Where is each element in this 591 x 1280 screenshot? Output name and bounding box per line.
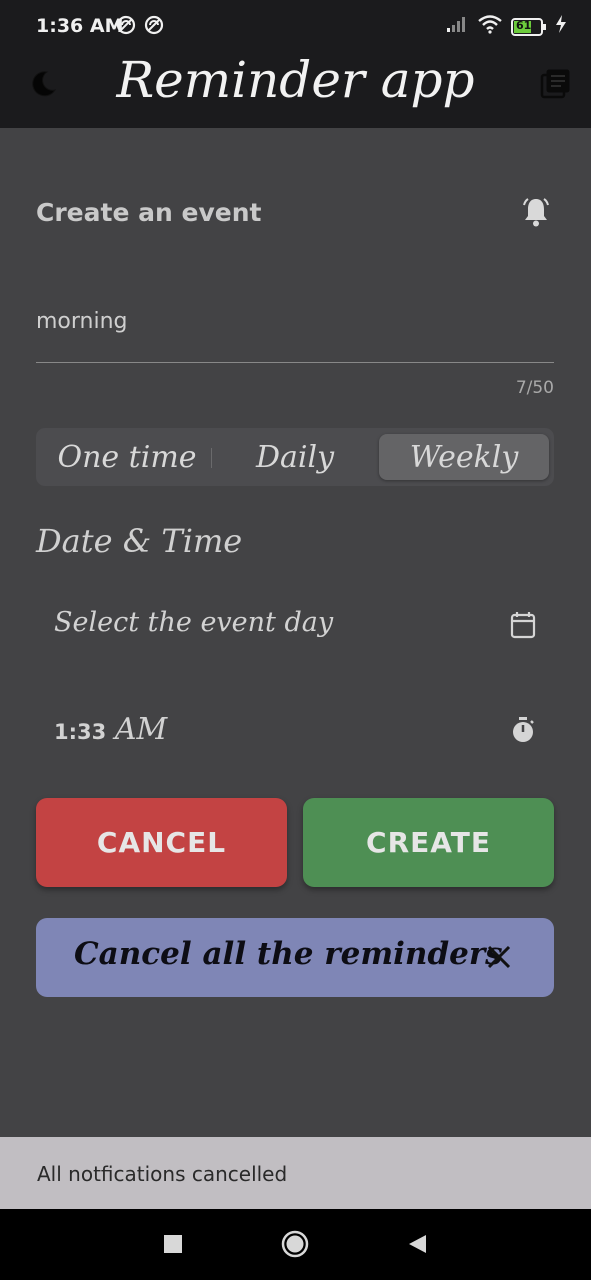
time-meridiem: AM	[114, 712, 168, 747]
library-icon	[539, 68, 571, 105]
wifi-icon	[477, 14, 503, 39]
stopwatch-icon	[510, 716, 536, 749]
date-picker-row[interactable]: Select the event day	[36, 589, 554, 659]
frequency-option-weekly[interactable]: Weekly	[379, 434, 549, 480]
snackbar-message: All notfications cancelled	[37, 1162, 288, 1186]
snackbar: All notfications cancelled	[0, 1137, 591, 1209]
date-picker-label: Select the event day	[54, 607, 334, 638]
form-heading: Create an event	[36, 198, 262, 227]
alert-circle-icon	[144, 15, 164, 40]
cancel-all-reminders-label: Cancel all the reminders	[74, 936, 503, 972]
status-time: 1:36 AM	[36, 15, 124, 37]
app-bar: Reminder app	[0, 52, 591, 128]
frequency-option-one-time[interactable]: One time	[42, 434, 212, 480]
cancel-all-reminders-button[interactable]: Cancel all the reminders	[36, 918, 554, 997]
home-icon[interactable]	[280, 1229, 310, 1259]
date-time-title: Date & Time	[36, 522, 243, 560]
status-notification-icons	[116, 15, 164, 40]
frequency-selector: One time Daily Weekly	[36, 428, 554, 486]
bell-ring-icon	[519, 195, 553, 234]
close-icon[interactable]	[486, 944, 512, 975]
create-button[interactable]: CREATE	[303, 798, 554, 887]
notification-button[interactable]	[516, 194, 556, 234]
library-button[interactable]	[535, 66, 575, 106]
status-system-icons: 61	[445, 14, 567, 39]
battery-level: 61	[516, 18, 532, 32]
event-name-field[interactable]	[36, 305, 554, 363]
back-icon[interactable]	[404, 1231, 430, 1257]
charging-icon	[555, 14, 567, 39]
time-picker-label: 1:33 AM	[54, 712, 167, 747]
recents-icon[interactable]	[160, 1231, 186, 1257]
signal-icon	[445, 14, 469, 39]
event-name-input[interactable]	[36, 305, 554, 334]
time-picker-row[interactable]: 1:33 AM	[36, 694, 554, 764]
time-digits: 1:33	[54, 720, 107, 744]
app-title: Reminder app	[116, 51, 475, 109]
status-bar: 1:36 AM 61	[0, 0, 591, 52]
alert-circle-icon	[116, 15, 136, 40]
calendar-icon	[510, 611, 536, 644]
frequency-option-daily[interactable]: Daily	[210, 434, 380, 480]
character-counter: 7/50	[515, 378, 554, 398]
battery-icon: 61	[511, 17, 547, 36]
cancel-button[interactable]: CANCEL	[36, 798, 287, 887]
navigation-bar	[0, 1209, 591, 1280]
